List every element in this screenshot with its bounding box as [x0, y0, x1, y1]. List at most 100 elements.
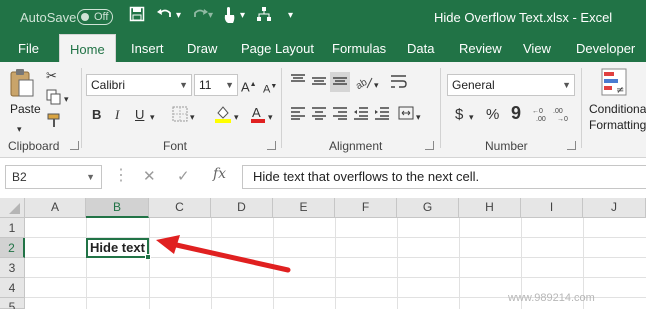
gridline	[397, 218, 398, 309]
tab-data[interactable]: Data	[407, 41, 434, 56]
number-group-label: Number	[485, 139, 528, 153]
cut-icon[interactable]: ✂	[46, 67, 57, 85]
wrap-text-icon[interactable]	[390, 74, 408, 95]
undo-dropdown-icon[interactable]: ▾	[176, 6, 181, 26]
row-header-2[interactable]: 2	[0, 238, 25, 258]
fill-color-icon[interactable]	[214, 104, 232, 129]
paste-dropdown-icon[interactable]: ▾	[17, 120, 22, 138]
paste-button[interactable]: Paste	[10, 102, 41, 116]
increase-indent-icon[interactable]	[374, 106, 390, 125]
touch-dropdown-icon[interactable]: ▾	[240, 6, 245, 26]
conditional-formatting-icon[interactable]: ≠	[601, 68, 627, 101]
gridline	[459, 218, 460, 309]
orientation-icon[interactable]: ab	[354, 74, 373, 95]
font-color-dropdown-icon[interactable]: ▾	[268, 108, 273, 126]
font-name-select[interactable]: Calibri ▼	[86, 74, 192, 96]
fill-color-dropdown-icon[interactable]: ▾	[234, 108, 239, 126]
tab-insert[interactable]: Insert	[131, 41, 164, 56]
insert-function-button[interactable]: fx	[213, 166, 226, 182]
tab-file[interactable]: File	[18, 41, 39, 56]
currency-button[interactable]: $	[455, 106, 463, 124]
redo-dropdown-icon[interactable]: ▾	[208, 6, 213, 26]
tab-home[interactable]: Home	[59, 34, 116, 62]
font-name-value: Calibri	[91, 78, 126, 92]
font-color-icon[interactable]: A	[250, 104, 266, 129]
cell-b2[interactable]: Hide text	[86, 238, 149, 258]
save-icon[interactable]	[129, 6, 145, 28]
column-header-f[interactable]: F	[335, 198, 397, 218]
column-header-e[interactable]: E	[273, 198, 335, 218]
tab-review[interactable]: Review	[459, 41, 502, 56]
underline-dropdown-icon[interactable]: ▾	[150, 108, 155, 126]
clipboard-launcher-icon[interactable]	[70, 141, 79, 150]
row-header-4[interactable]: 4	[0, 278, 25, 298]
cancel-icon[interactable]: ✕	[143, 167, 156, 185]
merge-center-icon[interactable]	[398, 106, 414, 125]
comma-style-button[interactable]: 9	[511, 104, 521, 122]
decrease-indent-icon[interactable]	[353, 106, 369, 125]
increase-decimal-icon[interactable]: ←0.00	[532, 106, 550, 127]
align-right-icon[interactable]	[332, 106, 348, 125]
tab-page-layout[interactable]: Page Layout	[241, 41, 314, 56]
row-header-3[interactable]: 3	[0, 258, 25, 278]
enter-icon[interactable]: ✓	[177, 167, 190, 185]
format-painter-icon[interactable]	[46, 112, 62, 133]
font-size-select[interactable]: 11 ▼	[194, 74, 238, 96]
customize-qat-icon[interactable]: ▾	[288, 6, 293, 26]
borders-dropdown-icon[interactable]: ▾	[190, 108, 195, 126]
number-format-select[interactable]: General ▼	[447, 74, 575, 96]
formula-input[interactable]: Hide text that overflows to the next cel…	[242, 165, 646, 189]
align-middle-icon[interactable]	[311, 74, 327, 93]
orientation-dropdown-icon[interactable]: ▾	[374, 76, 379, 94]
borders-icon[interactable]	[172, 106, 188, 127]
column-header-h[interactable]: H	[459, 198, 521, 218]
touch-mode-icon[interactable]	[222, 6, 236, 30]
separator	[440, 68, 441, 148]
align-bottom-icon[interactable]	[330, 72, 350, 92]
italic-button[interactable]: I	[115, 106, 119, 124]
column-header-d[interactable]: D	[211, 198, 273, 218]
autosave-toggle[interactable]: Off	[77, 9, 113, 25]
decrease-font-size-icon[interactable]: A▼	[263, 78, 277, 99]
conditional-formatting-label[interactable]: Conditional	[589, 102, 646, 116]
column-header-j[interactable]: J	[583, 198, 646, 218]
tab-draw[interactable]: Draw	[187, 41, 217, 56]
svg-text:A: A	[252, 105, 261, 120]
font-group-label: Font	[163, 139, 188, 153]
copy-dropdown-icon[interactable]: ▾	[64, 90, 69, 108]
column-header-a[interactable]: A	[25, 198, 86, 218]
tab-developer[interactable]: Developer	[576, 41, 635, 56]
font-launcher-icon[interactable]	[267, 141, 276, 150]
chevron-down-icon: ▼	[179, 80, 188, 90]
conditional-formatting-label-2[interactable]: Formatting	[589, 118, 646, 132]
increase-font-size-icon[interactable]: A▲	[241, 76, 257, 96]
number-launcher-icon[interactable]	[567, 141, 576, 150]
row-header-1[interactable]: 1	[0, 218, 25, 238]
org-chart-icon[interactable]	[256, 6, 272, 28]
column-header-i[interactable]: I	[521, 198, 583, 218]
name-box[interactable]: B2 ▼	[5, 165, 102, 189]
tab-view[interactable]: View	[523, 41, 551, 56]
merge-dropdown-icon[interactable]: ▾	[416, 108, 421, 126]
undo-icon[interactable]	[156, 6, 174, 28]
underline-button[interactable]: U	[135, 106, 144, 124]
align-center-icon[interactable]	[311, 106, 327, 125]
column-header-b[interactable]: B	[86, 198, 149, 218]
row-header-5[interactable]: 5	[0, 298, 25, 309]
decrease-decimal-icon[interactable]: .00 →0	[553, 106, 571, 127]
copy-icon[interactable]	[46, 89, 62, 110]
alignment-launcher-icon[interactable]	[425, 141, 434, 150]
currency-dropdown-icon[interactable]: ▾	[469, 108, 474, 126]
column-header-c[interactable]: C	[149, 198, 211, 218]
column-header-g[interactable]: G	[397, 198, 459, 218]
formula-bar: B2 ▼ ⋮ ✕ ✓ fx Hide text that overflows t…	[0, 158, 646, 198]
paste-icon[interactable]	[9, 68, 35, 103]
redo-icon[interactable]	[192, 6, 208, 28]
tab-formulas[interactable]: Formulas	[332, 41, 386, 56]
percent-button[interactable]: %	[486, 106, 499, 124]
align-left-icon[interactable]	[290, 106, 306, 125]
bold-button[interactable]: B	[92, 106, 101, 124]
select-all-button[interactable]	[0, 198, 25, 218]
window-title: Hide Overflow Text.xlsx - Excel	[434, 10, 613, 25]
align-top-icon[interactable]	[290, 74, 306, 93]
